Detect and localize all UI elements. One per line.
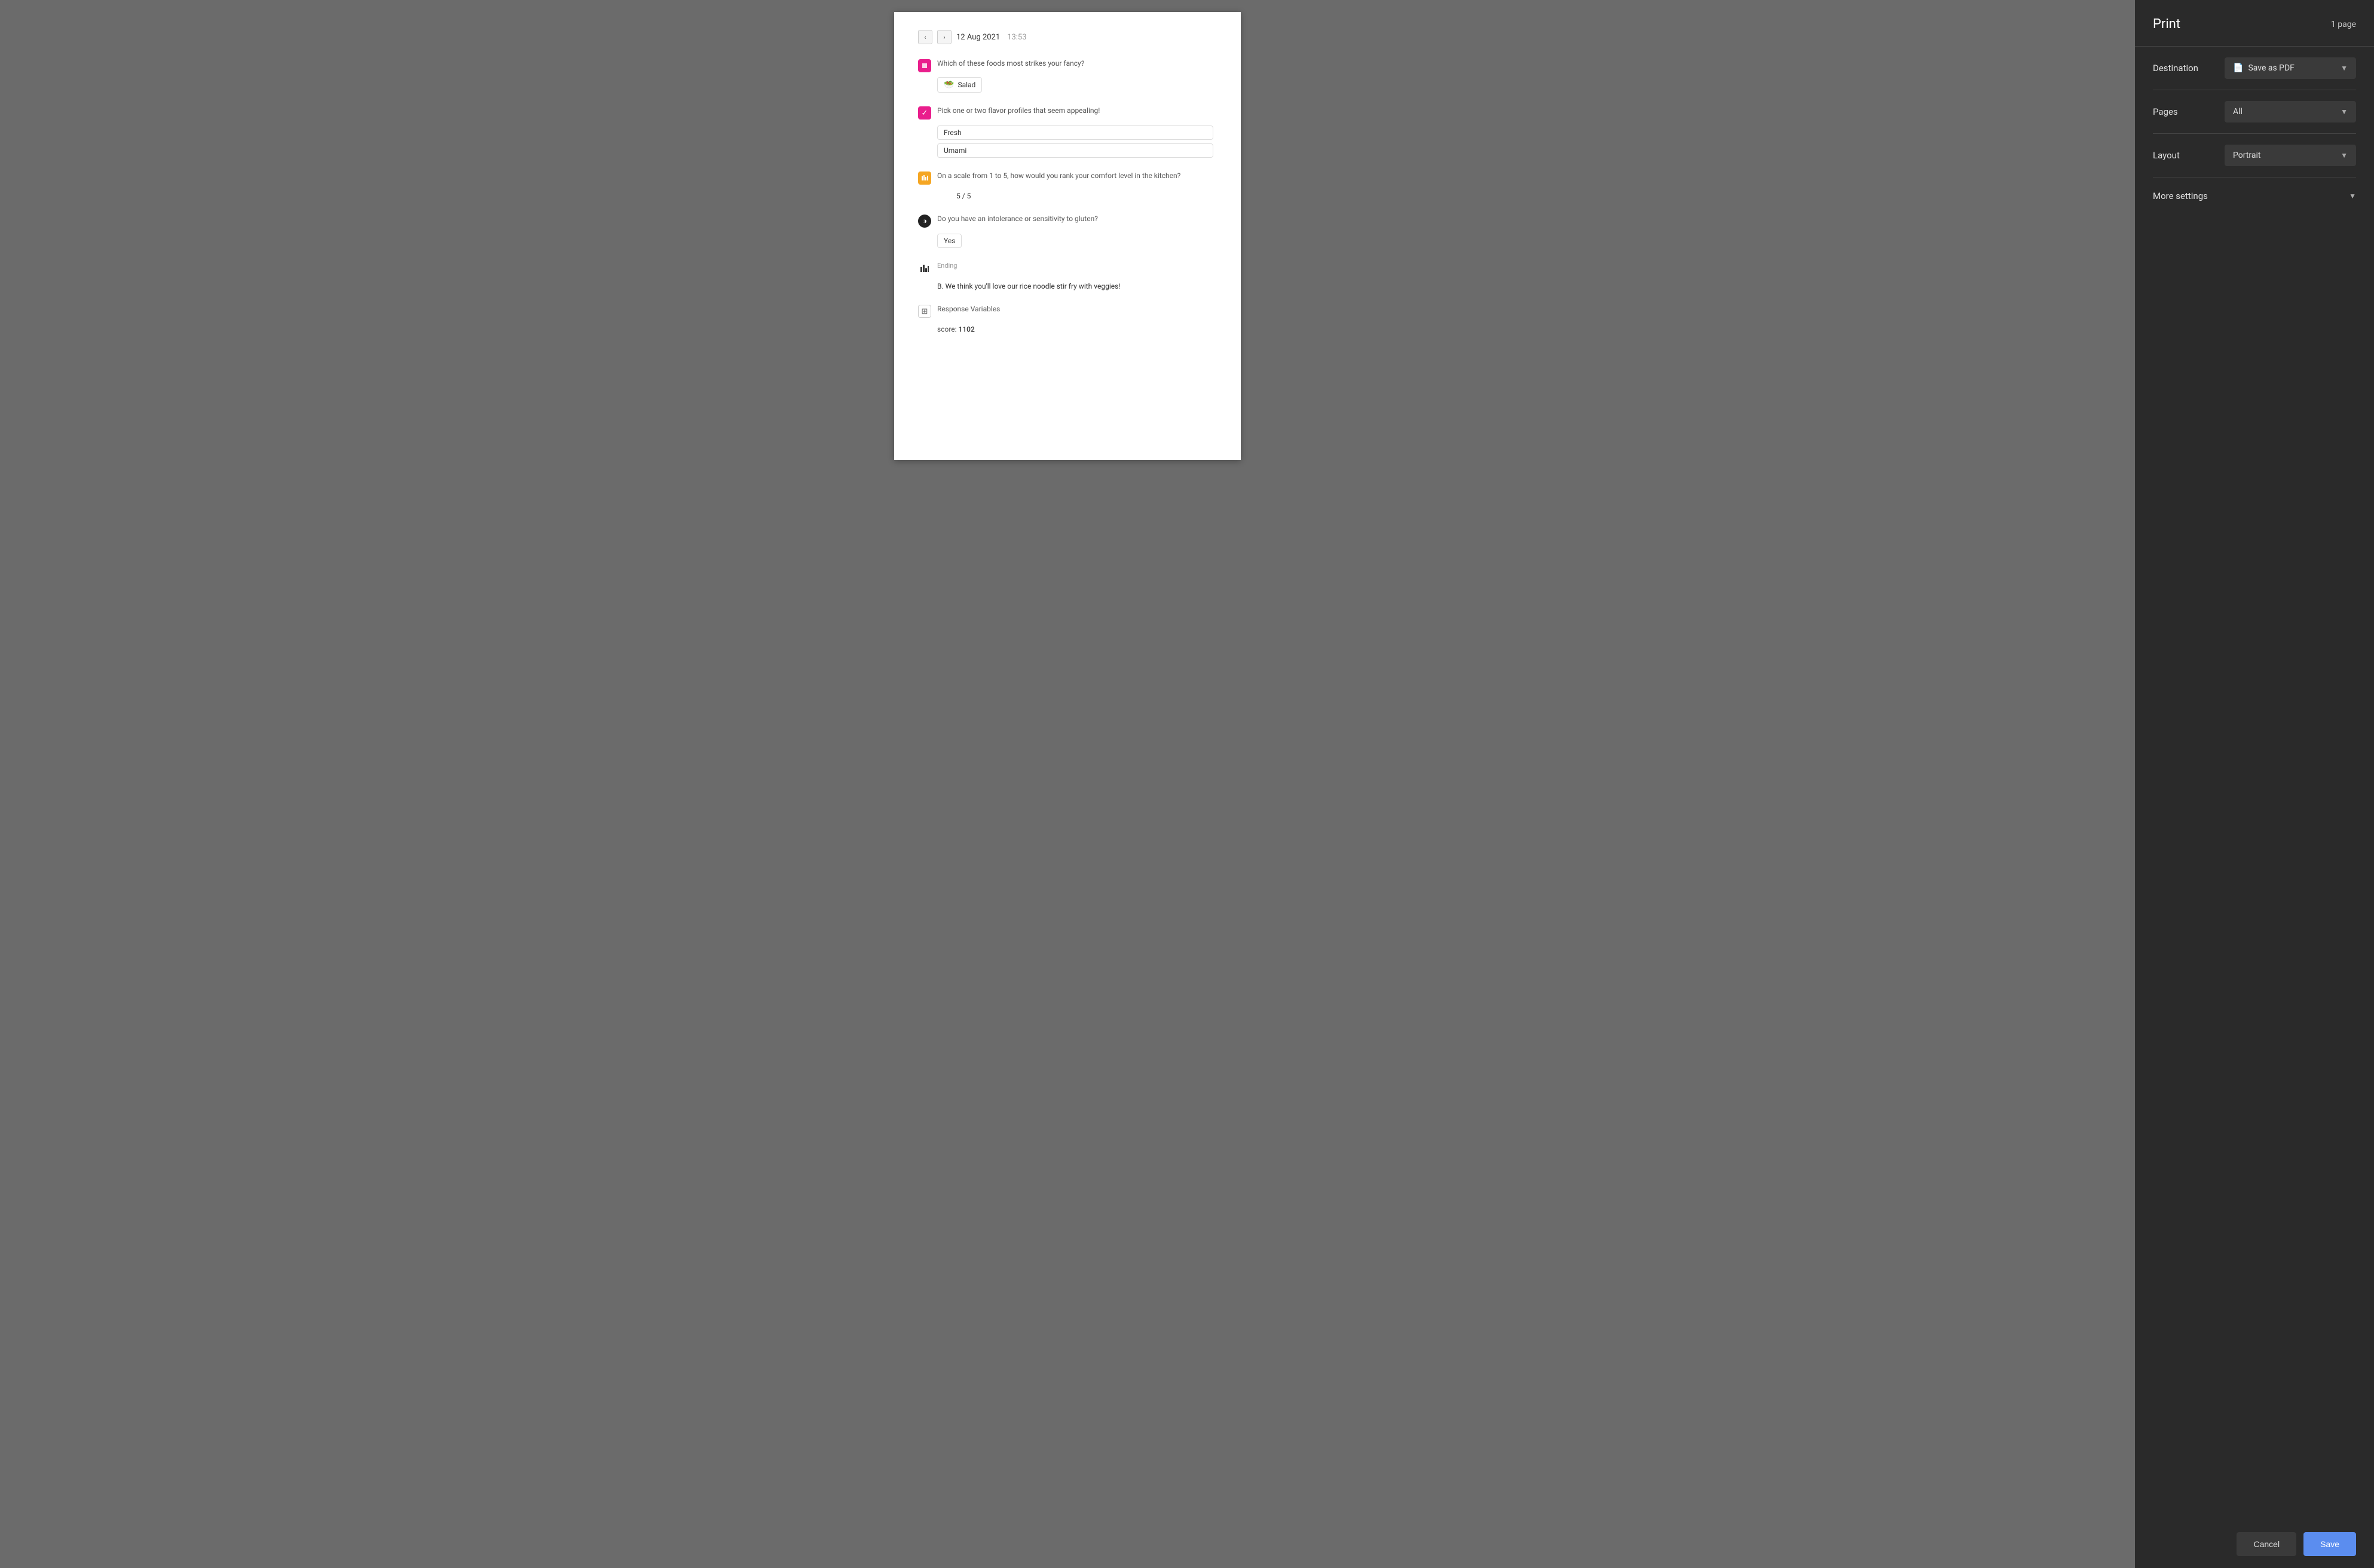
destination-select-content: 📄 Save as PDF [2233,63,2295,73]
pages-row: Pages All ▼ [2153,90,2356,134]
page-date: 12 Aug 2021 [956,33,1000,42]
pages-chevron-icon: ▼ [2341,108,2348,116]
question-block-4: ◑ Do you have an intolerance or sensitiv… [918,214,1217,248]
page-navigation: ‹ › 12 Aug 2021 13:53 [918,30,1217,44]
more-settings-chevron-icon: ▼ [2349,192,2356,200]
page-time: 13:53 [1007,33,1026,42]
pages-select[interactable]: All ▼ [2225,101,2356,122]
destination-row: Destination 📄 Save as PDF ▼ [2153,47,2356,90]
question-header-3: On a scale from 1 to 5, how would you ra… [918,171,1217,185]
pages-select-content: All [2233,107,2243,117]
destination-value: Save as PDF [2248,63,2295,73]
question-icon-4: ◑ [918,215,931,228]
layout-value: Portrait [2233,151,2260,160]
layout-row: Layout Portrait ▼ [2153,134,2356,177]
more-settings-label: More settings [2153,191,2208,201]
question-block-3: On a scale from 1 to 5, how would you ra… [918,171,1217,201]
score-value: 1102 [959,325,975,333]
layout-chevron-icon: ▼ [2341,151,2348,160]
answer-scale-text: 5 / 5 [956,192,971,200]
pages-label: Pages [2153,106,2213,117]
pages-value: All [2233,107,2243,117]
ending-answer: B. We think you'll love our rice noodle … [937,280,1217,291]
question-block-1: Which of these foods most strikes your f… [918,59,1217,93]
question-text-2: Pick one or two flavor profiles that see… [937,106,1100,116]
page-preview: ‹ › 12 Aug 2021 13:53 Which of these foo… [894,12,1241,460]
layout-select-content: Portrait [2233,151,2260,160]
save-button[interactable]: Save [2303,1532,2356,1556]
ending-icon [918,262,931,275]
print-footer: Cancel Save [2135,1520,2374,1568]
destination-select[interactable]: 📄 Save as PDF ▼ [2225,57,2356,79]
answer-4: Yes [937,232,1217,248]
answer-salad-text: Salad [957,81,975,89]
answer-1: 🥗 Salad [937,77,1217,93]
answer-chip-fresh: Fresh [937,125,1213,140]
answer-3: 5 / 5 [937,189,1217,201]
ending-text: B. We think you'll love our rice noodle … [937,282,1120,290]
response-variables-icon: ⊞ [918,305,931,318]
answer-2: Fresh Umami [937,124,1217,158]
ending-block: Ending B. We think you'll love our rice … [918,261,1217,291]
ending-label: Ending [937,261,957,270]
response-variables-block: ⊞ Response Variables score: 1102 [918,304,1217,334]
print-settings: Destination 📄 Save as PDF ▼ Pages All ▼ … [2135,46,2374,177]
cancel-button[interactable]: Cancel [2237,1532,2296,1556]
question-icon-1 [918,59,931,72]
destination-chevron-icon: ▼ [2341,64,2348,72]
pdf-doc-icon: 📄 [2233,63,2243,73]
question-header-1: Which of these foods most strikes your f… [918,59,1217,72]
preview-area: ‹ › 12 Aug 2021 13:53 Which of these foo… [0,0,2135,1568]
question-text-1: Which of these foods most strikes your f… [937,59,1084,69]
response-variables-answer: score: 1102 [937,323,1217,334]
question-text-4: Do you have an intolerance or sensitivit… [937,214,1098,224]
spacer [2135,215,2374,1520]
answer-chip-yes: Yes [937,234,962,248]
score-text: score: 1102 [937,325,975,333]
response-variables-label: Response Variables [937,304,1000,314]
question-block-2: ✓ Pick one or two flavor profiles that s… [918,106,1217,158]
question-icon-3 [918,172,931,185]
print-panel: Print 1 page Destination 📄 Save as PDF ▼… [2135,0,2374,1568]
layout-select[interactable]: Portrait ▼ [2225,145,2356,166]
print-header: Print 1 page [2135,0,2374,46]
print-pages: 1 page [2331,20,2356,29]
question-header-4: ◑ Do you have an intolerance or sensitiv… [918,214,1217,228]
print-title: Print [2153,17,2180,32]
next-page-button[interactable]: › [937,30,952,44]
prev-page-button[interactable]: ‹ [918,30,932,44]
destination-label: Destination [2153,63,2213,74]
answer-chip-umami: Umami [937,143,1213,158]
question-header-2: ✓ Pick one or two flavor profiles that s… [918,106,1217,120]
layout-label: Layout [2153,150,2213,161]
more-settings-row[interactable]: More settings ▼ [2135,177,2374,215]
ending-header: Ending [918,261,1217,275]
question-icon-2: ✓ [918,106,931,120]
response-variables-header: ⊞ Response Variables [918,304,1217,318]
question-text-3: On a scale from 1 to 5, how would you ra… [937,171,1180,181]
